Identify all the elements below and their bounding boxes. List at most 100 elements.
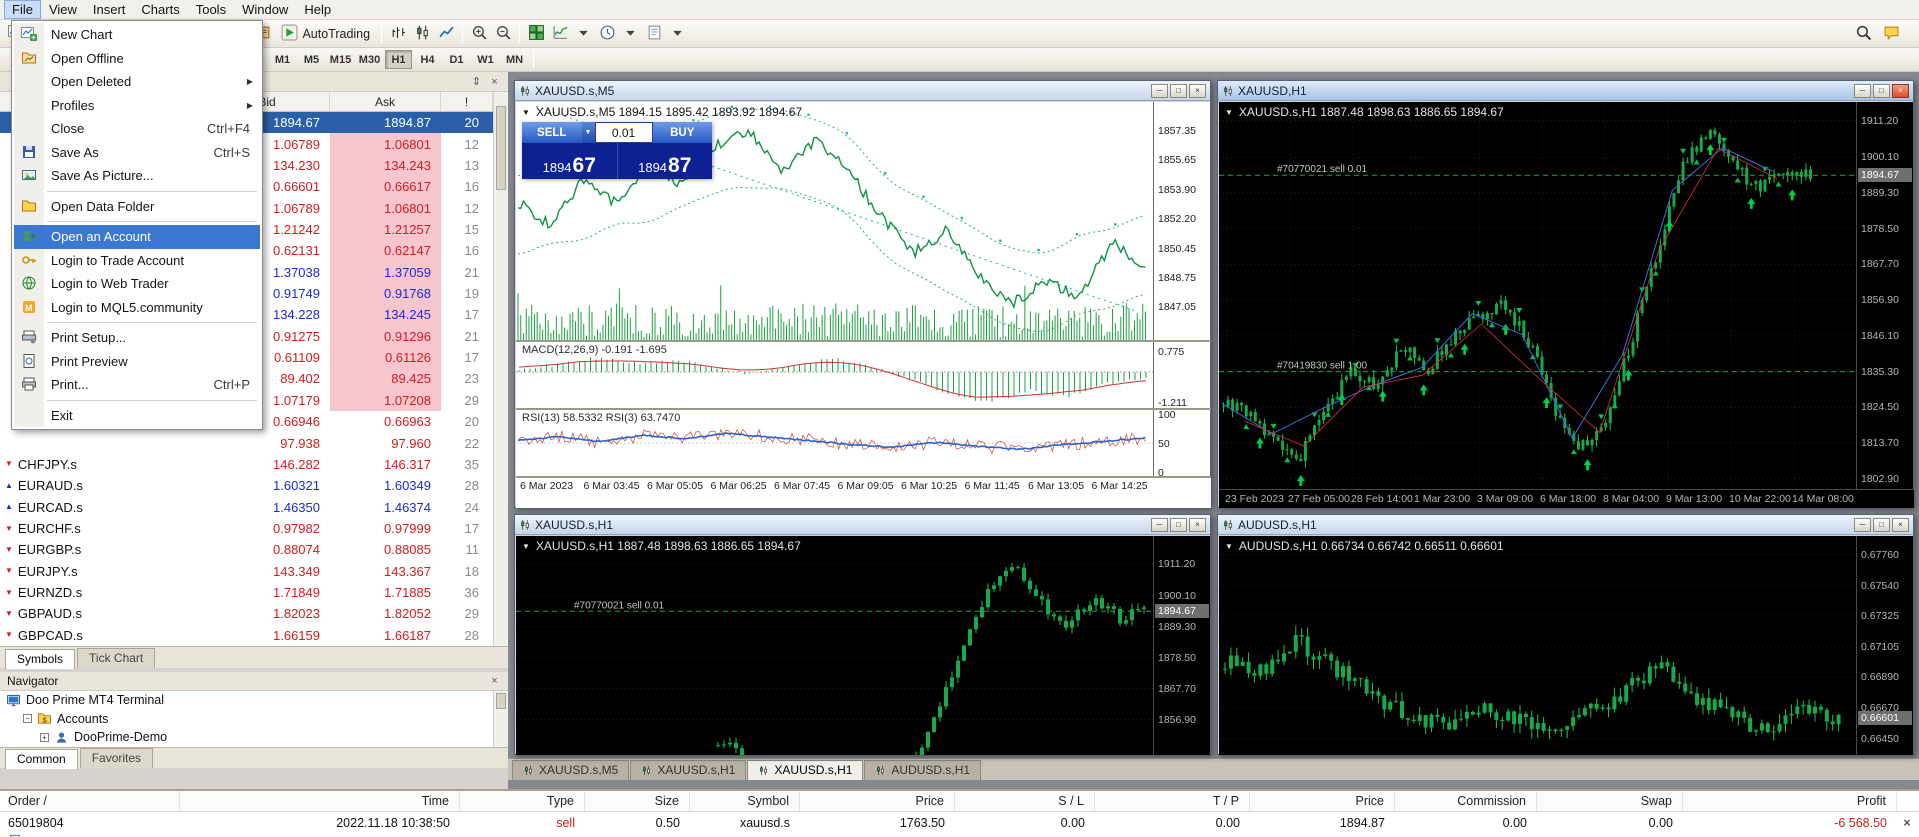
terminal-column-time[interactable]: Time (180, 791, 460, 811)
file-menu-item-open-deleted[interactable]: Open Deleted▶ (14, 70, 260, 94)
sell-price[interactable]: 189467 (522, 143, 617, 179)
timeframe-m30[interactable]: M30 (356, 50, 383, 69)
minimize-button[interactable]: ─ (1854, 84, 1871, 98)
navigator-scrollbar[interactable] (493, 691, 508, 747)
timeframe-mn[interactable]: MN (501, 50, 528, 69)
chart-tab-xauusd-s-m5-0[interactable]: XAUUSD.s,M5 (512, 760, 629, 780)
pane-separator[interactable] (516, 476, 1211, 478)
timeframe-d1[interactable]: D1 (443, 50, 470, 69)
time-axis[interactable]: 23 Feb 202327 Feb 05:0028 Feb 14:001 Mar… (1219, 489, 1914, 508)
zoom-in-button[interactable] (467, 22, 491, 46)
close-button[interactable]: × (1189, 84, 1206, 98)
menu-tools[interactable]: Tools (188, 0, 234, 19)
file-menu-item-login-to-trade-account[interactable]: Login to Trade Account (14, 249, 260, 273)
file-menu-item-save-as-picture[interactable]: Save As Picture... (14, 164, 260, 188)
timeframe-h4[interactable]: H4 (414, 50, 441, 69)
file-menu-item-login-to-mql5-community[interactable]: MLogin to MQL5.community (14, 296, 260, 320)
menu-charts[interactable]: Charts (133, 0, 187, 19)
pane-separator[interactable] (516, 340, 1211, 342)
terminal-column-order[interactable]: Order / (8, 791, 180, 811)
menu-window[interactable]: Window (234, 0, 296, 19)
close-button[interactable]: × (1892, 518, 1909, 532)
navigator-tab-common[interactable]: Common (5, 749, 78, 769)
chart-body[interactable]: 1857.351855.651853.901852.201850.451848.… (516, 102, 1211, 508)
price-axis[interactable]: 0.677600.675400.673250.671050.668900.666… (1856, 536, 1913, 755)
buy-price[interactable]: 189487 (618, 143, 713, 179)
restore-button[interactable]: □ (1170, 84, 1187, 98)
chart-plot-area[interactable] (1219, 536, 1856, 755)
candlestick-button[interactable] (410, 22, 434, 46)
market-watch-scrollbar[interactable] (493, 92, 508, 646)
dropdown-caret-button[interactable] (666, 22, 689, 46)
market-watch-row[interactable]: ▼EURGBP.s0.880740.8808511 (0, 539, 493, 560)
file-menu-item-print[interactable]: Print...Ctrl+P (14, 373, 260, 397)
price-axis[interactable]: 1857.351855.651853.901852.201850.451848.… (1153, 102, 1210, 476)
market-watch-column-ask[interactable]: Ask (330, 92, 441, 111)
minimize-button[interactable]: ─ (1151, 84, 1168, 98)
chart-title-bar[interactable]: XAUUSD.s,H1─□× (515, 515, 1210, 535)
terminal-column-size[interactable]: Size (585, 791, 690, 811)
time-axis[interactable]: 6 Mar 20236 Mar 03:456 Mar 05:056 Mar 06… (516, 476, 1211, 496)
collapse-icon[interactable]: − (23, 714, 32, 723)
price-axis[interactable]: 1911.201900.101889.301878.501867.701856.… (1856, 102, 1913, 489)
close-order-icon[interactable]: × (1900, 812, 1914, 834)
navigator-tab-favorites[interactable]: Favorites (80, 748, 153, 768)
close-button[interactable]: × (1189, 518, 1206, 532)
chart-collapse-icon[interactable]: ▼ (522, 542, 530, 551)
market-watch-row[interactable]: ▲EURCAD.s1.463501.4637424 (0, 496, 493, 517)
sell-button[interactable]: SELL (522, 122, 582, 143)
chart-collapse-icon[interactable]: ▼ (522, 108, 530, 117)
pane-separator[interactable] (516, 408, 1211, 410)
market-watch-row[interactable]: 97.93897.96022 (0, 432, 493, 453)
file-menu-item-login-to-web-trader[interactable]: Login to Web Trader (14, 272, 260, 296)
search-button[interactable] (1851, 22, 1875, 46)
file-menu-item-open-an-account[interactable]: Open an Account (14, 225, 260, 249)
terminal-column-price[interactable]: Price (1250, 791, 1395, 811)
terminal-column-t-p[interactable]: T / P (1095, 791, 1250, 811)
chart-plot-area[interactable]: #70770021 sell 0.01#70419830 sell 1.00 (1219, 102, 1856, 489)
chart-tab-xauusd-s-h1-2[interactable]: XAUUSD.s,H1 (747, 760, 863, 780)
navigator-item-doo-prime-mt4-terminal[interactable]: Doo Prime MT4 Terminal (0, 691, 493, 710)
chart-body[interactable]: 0.677600.675400.673250.671050.668900.666… (1219, 536, 1914, 755)
navigator-close-icon[interactable]: × (488, 675, 501, 687)
restore-button[interactable]: □ (1873, 84, 1890, 98)
menu-view[interactable]: View (41, 0, 85, 19)
zoom-out-button[interactable] (491, 22, 515, 46)
minimize-button[interactable]: ─ (1151, 518, 1168, 532)
restore-button[interactable]: □ (1170, 518, 1187, 532)
line-chart-button[interactable] (434, 22, 458, 46)
market-watch-row[interactable]: ▲EURAUD.s1.603211.6034928 (0, 475, 493, 496)
volume-input[interactable]: 0.01 (595, 122, 653, 143)
terminal-column-swap[interactable]: Swap (1537, 791, 1683, 811)
community-chat-button[interactable] (1879, 22, 1903, 46)
terminal-column-symbol[interactable]: Symbol (690, 791, 800, 811)
market-watch-row[interactable]: ▼GBPCAD.s1.661591.6618728 (0, 625, 493, 646)
restore-button[interactable]: □ (1873, 518, 1890, 532)
expand-icon[interactable]: + (40, 733, 49, 742)
bar-chart-button[interactable] (386, 22, 410, 46)
timeframe-m1[interactable]: M1 (269, 50, 296, 69)
file-menu-item-save-as[interactable]: Save AsCtrl+S (14, 141, 260, 165)
timeframe-m15[interactable]: M15 (327, 50, 354, 69)
navigator-item-accounts[interactable]: −$Accounts (0, 710, 493, 729)
terminal-column-profit[interactable]: Profit (1683, 791, 1897, 811)
file-menu-item-open-data-folder[interactable]: Open Data Folder (14, 195, 260, 219)
price-axis[interactable]: 1911.201900.101889.301878.501867.701856.… (1153, 536, 1210, 755)
menu-file[interactable]: File (4, 0, 41, 19)
market-watch-row[interactable]: ▼CHFJPY.s146.282146.31735 (0, 454, 493, 475)
market-watch-sort-icon[interactable]: ⇕ (470, 75, 483, 88)
chart-title-bar[interactable]: XAUUSD,H1─□× (1218, 81, 1913, 101)
chart-body[interactable]: #70770021 sell 0.011911.201900.101889.30… (516, 536, 1211, 755)
market-watch-row[interactable]: ▼GBPAUD.s1.820231.8205229 (0, 603, 493, 624)
market-watch-row[interactable]: ▼EURCHF.s0.979820.9799917 (0, 518, 493, 539)
templates-button[interactable] (642, 22, 666, 46)
market-watch-row[interactable]: ▼EURNZD.s1.718491.7188536 (0, 582, 493, 603)
timeframe-m5[interactable]: M5 (298, 50, 325, 69)
file-menu-item-profiles[interactable]: Profiles▶ (14, 94, 260, 118)
terminal-column-commission[interactable]: Commission (1395, 791, 1537, 811)
timeframe-w1[interactable]: W1 (472, 50, 499, 69)
chart-tab-audusd-s-h1-3[interactable]: AUDUSD.s,H1 (864, 760, 981, 780)
menu-help[interactable]: Help (296, 0, 339, 19)
file-menu-item-open-offline[interactable]: Open Offline (14, 47, 260, 71)
chart-plot-area[interactable]: #70770021 sell 0.01 (516, 536, 1153, 755)
